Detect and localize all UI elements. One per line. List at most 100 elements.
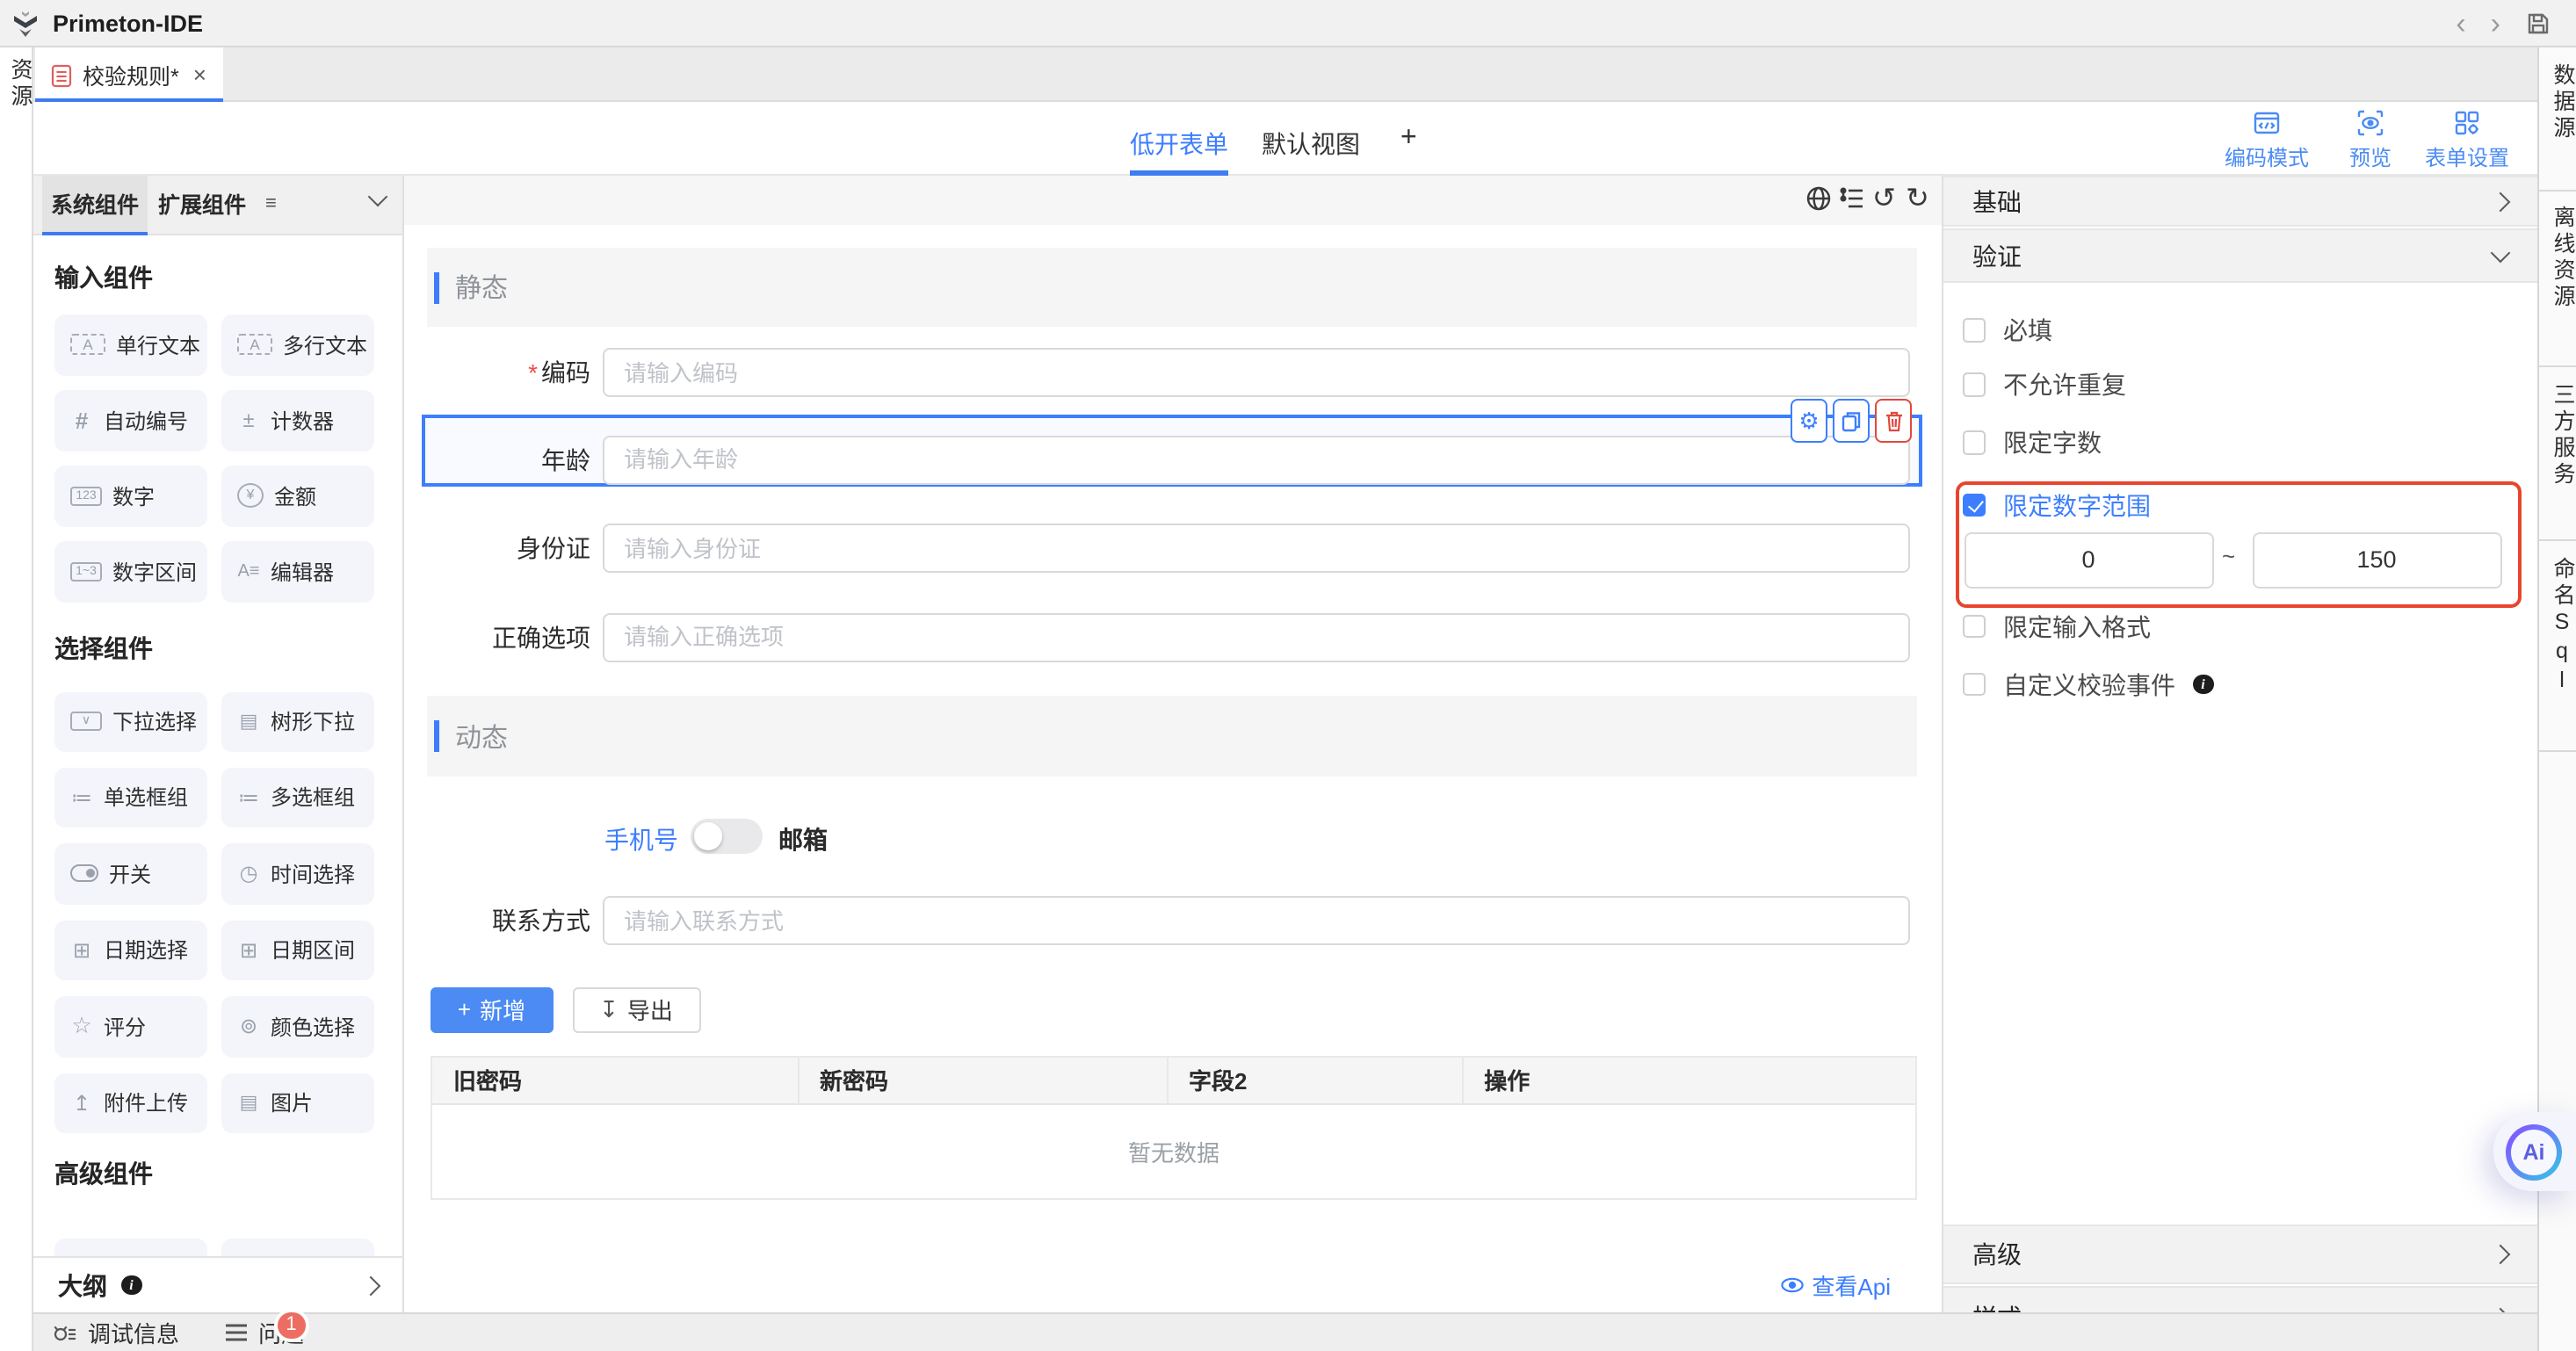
validation-required[interactable]: 必填 [1962,313,2052,348]
checkbox-input-format[interactable] [1962,615,1986,639]
view-api-link[interactable]: 查看Api [1780,1268,1891,1302]
component-upload[interactable]: ↥附件上传 [54,1073,207,1133]
tab-lowcode-form[interactable]: 低开表单 [1130,126,1228,162]
divider [2539,749,2576,751]
checkbox-no-duplicate[interactable] [1962,373,1986,397]
history-back-icon[interactable]: ‹ [2456,0,2465,47]
section-header-dynamic[interactable]: 动态 [427,696,1917,777]
checkbox-char-limit[interactable] [1962,431,1986,455]
form-design-canvas: ↺ ↻ 静态 *编码 年龄 ⚙ 身份证 [403,176,1941,1312]
component-number[interactable]: 123数字 [54,466,207,526]
info-icon: i [2193,675,2213,695]
component-switch[interactable]: 开关 [54,843,207,904]
export-button[interactable]: ↧导出 [572,986,700,1032]
column-header-field2[interactable]: 字段2 [1168,1058,1463,1103]
form-settings-button[interactable]: 表单设置 [2409,109,2525,172]
problems-count-badge[interactable]: 1 [274,1308,308,1342]
group-basic[interactable]: 基础 [1943,176,2537,227]
debug-info-button[interactable]: 调试信息 [53,1316,179,1349]
component-checkbox-group[interactable]: ≔多选框组 [221,767,374,827]
code-mode-button[interactable]: 编码模式 [2209,109,2325,172]
component-single-line-text[interactable]: A单行文本 [54,314,207,375]
checkbox-number-range[interactable] [1962,494,1986,517]
chevron-down-icon[interactable] [368,187,388,207]
component-date-picker[interactable]: ⊞日期选择 [54,920,207,980]
component-dropdown[interactable]: ∨下拉选择 [54,691,207,752]
contact-field[interactable] [603,896,1910,945]
outline-panel-header[interactable]: 大纲 i [33,1256,403,1312]
component-auto-number[interactable]: #自动编号 [54,390,207,451]
component-image[interactable]: ▤图片 [221,1073,374,1133]
bottom-status-bar: 调试信息 问题 [33,1312,2537,1351]
component-time-picker[interactable]: ◷时间选择 [221,843,374,904]
undo-icon[interactable]: ↺ [1872,184,1896,214]
canvas-toolbar: ↺ ↻ [403,176,1941,225]
validation-number-range[interactable]: 限定数字范围 [1962,488,2151,523]
toggle-option-email[interactable]: 邮箱 [778,822,828,857]
image-icon: ▤ [237,1092,260,1115]
tab-system-components[interactable]: 系统组件 [42,176,148,235]
field-label-code: *编码 [403,348,590,397]
tab-default-view[interactable]: 默认视图 [1262,126,1360,162]
field-delete-button[interactable] [1875,399,1912,443]
section-header-static[interactable]: 静态 [427,248,1917,327]
component-multi-line-text[interactable]: A多行文本 [221,314,374,375]
app-logo-icon [11,8,40,38]
code-field[interactable] [603,348,1910,397]
switch-icon [70,865,98,883]
tab-extended-components[interactable]: 扩展组件 [151,176,253,235]
problems-list-icon [225,1323,248,1342]
tab-validation-rules[interactable]: 校验规则* × [35,47,223,102]
component-list-menu-icon[interactable]: ≡ [265,193,277,214]
column-header-old-password[interactable]: 旧密码 [432,1058,799,1103]
dock-item-offline-resources[interactable]: 离线资源 [2546,205,2576,310]
field-settings-button[interactable]: ⚙ [1791,399,1827,443]
group-validation[interactable]: 验证 [1943,228,2537,283]
add-view-button[interactable]: + [1400,123,1417,155]
outline-tree-icon[interactable] [1837,184,1865,213]
save-icon[interactable] [2525,11,2551,37]
toggle-option-phone[interactable]: 手机号 [604,822,678,857]
dock-item-third-party-services[interactable]: 三方服务 [2546,382,2576,488]
validation-no-duplicate[interactable]: 不允许重复 [1962,367,2126,402]
group-advanced[interactable]: 高级 [1943,1225,2537,1284]
phone-email-toggle[interactable] [690,818,762,853]
column-header-actions[interactable]: 操作 [1463,1058,1915,1103]
idcard-field[interactable] [603,524,1910,573]
component-radio-group[interactable]: ≔单选框组 [54,767,207,827]
debug-icon [53,1321,77,1344]
history-forward-icon[interactable]: › [2491,0,2500,47]
sidebar-item-resources[interactable]: 资源 [4,58,37,111]
redo-icon[interactable]: ↻ [1906,184,1929,214]
single-line-text-icon: A [70,335,105,356]
checkbox-custom-event[interactable] [1962,673,1986,697]
component-date-range[interactable]: ⊞日期区间 [221,920,374,980]
section-title-advanced-components: 高级组件 [54,1156,153,1191]
component-tree-dropdown[interactable]: ▤树形下拉 [221,691,374,752]
close-icon[interactable]: × [193,64,206,85]
dock-item-datasource[interactable]: 数据源 [2546,63,2576,142]
component-currency[interactable]: ¥金额 [221,466,374,526]
validation-custom-event[interactable]: 自定义校验事件 i [1962,667,2213,702]
component-org-select[interactable]: ⧉机构选择 [221,1239,374,1256]
time-picker-icon: ◷ [237,862,260,886]
component-counter[interactable]: ±计数器 [221,390,374,451]
field-copy-button[interactable] [1833,399,1870,443]
column-header-new-password[interactable]: 新密码 [799,1058,1168,1103]
i18n-globe-icon[interactable] [1804,184,1832,213]
age-field[interactable] [603,435,1910,484]
validation-char-limit[interactable]: 限定字数 [1962,425,2102,460]
checkbox-required[interactable] [1962,319,1986,343]
component-color-picker[interactable]: ⊚颜色选择 [221,996,374,1057]
ai-assistant-button[interactable]: Ai [2493,1112,2576,1191]
component-person-select[interactable]: ○人员选择 [54,1239,207,1256]
component-number-range[interactable]: 1~3数字区间 [54,541,207,602]
add-row-button[interactable]: +新增 [431,986,553,1032]
section-accent-bar [434,720,439,752]
group-style[interactable]: 样式 [1943,1286,2537,1312]
correct-option-field[interactable] [603,612,1910,661]
component-rating[interactable]: ☆评分 [54,996,207,1057]
component-editor[interactable]: A≡编辑器 [221,541,374,602]
dock-item-named-sql[interactable]: 命名Sql [2546,556,2576,696]
validation-input-format[interactable]: 限定输入格式 [1962,609,2151,644]
